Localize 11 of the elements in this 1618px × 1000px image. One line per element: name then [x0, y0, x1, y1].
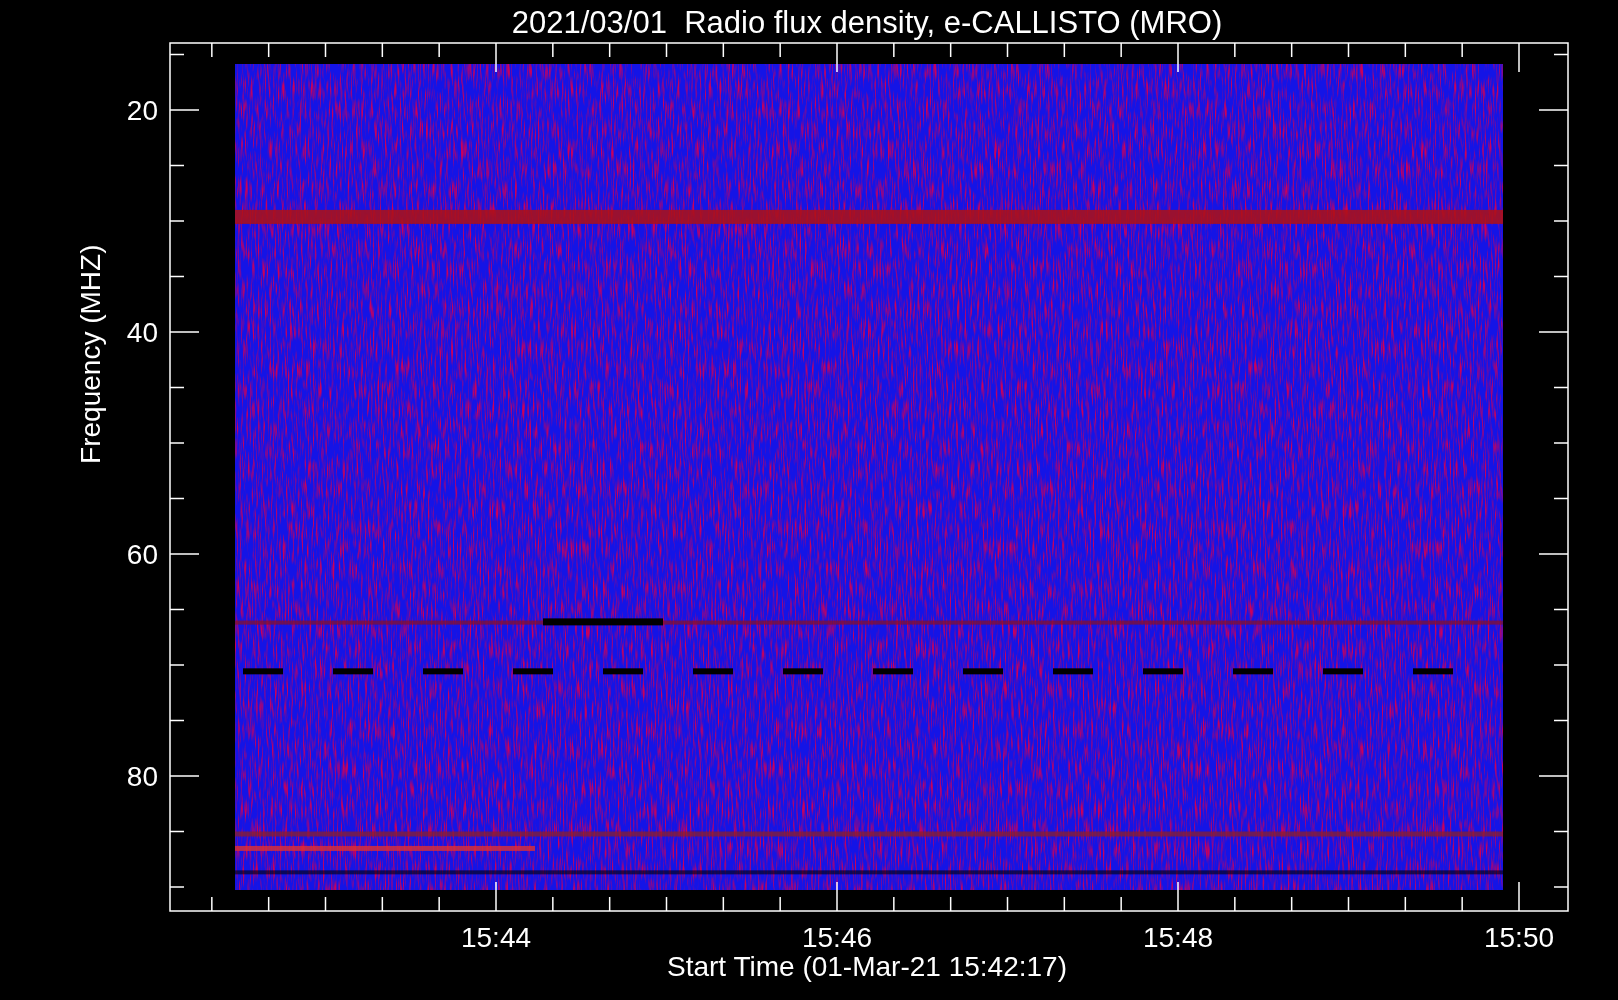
tick-label: 40 [126, 317, 158, 348]
tick-label: 20 [126, 95, 158, 126]
tick-label: 60 [126, 539, 158, 570]
tick-label: 80 [126, 761, 158, 792]
axis-title: Start Time (01-Mar-21 15:42:17) [667, 951, 1067, 982]
chart-title: 2021/03/01 Radio flux density, e-CALLISTO (MRO) [511, 5, 1223, 40]
tick-label: 15:48 [1142, 922, 1214, 953]
axis-title: Frequency (MHZ) [75, 244, 106, 464]
tick-label: 15:50 [1483, 922, 1555, 953]
tick-label: 15:46 [801, 922, 873, 953]
tick-label: 15:44 [460, 922, 532, 953]
